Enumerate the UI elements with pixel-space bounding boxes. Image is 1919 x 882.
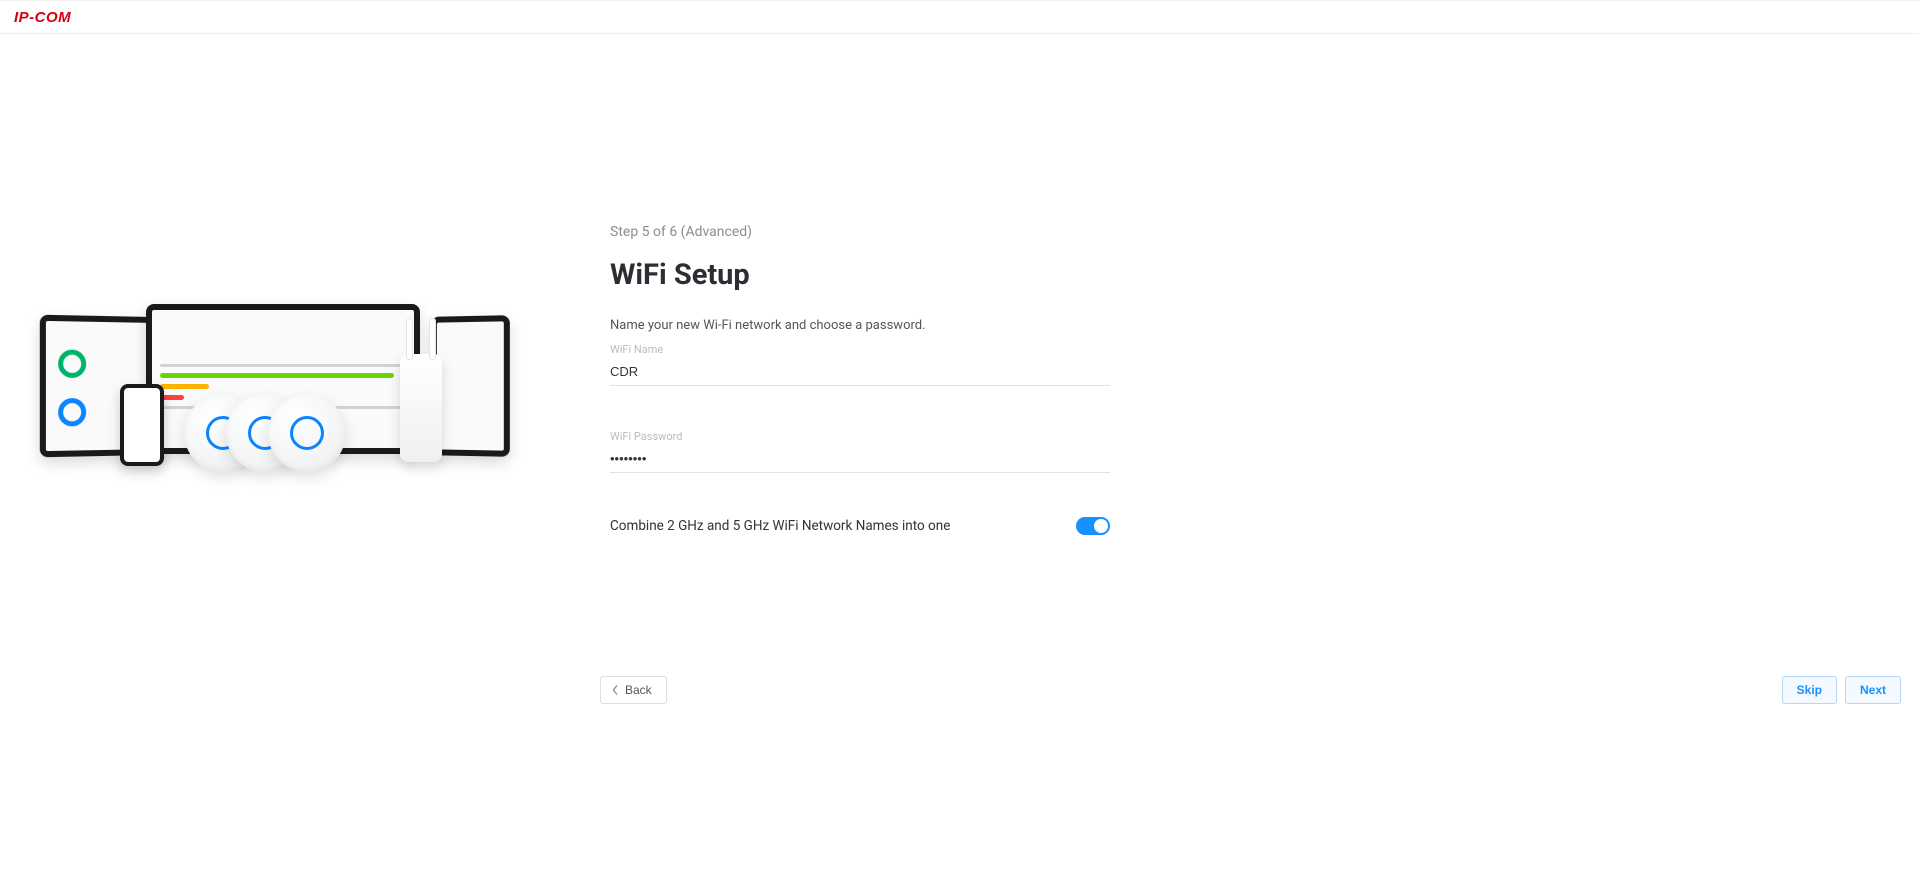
wifi-password-input[interactable]	[610, 447, 1110, 473]
next-button[interactable]: Next	[1845, 676, 1901, 704]
access-point-group-icon	[220, 394, 346, 472]
step-indicator: Step 5 of 6 (Advanced)	[610, 224, 1110, 240]
brand-logo: IP-COM	[14, 9, 71, 26]
wifi-password-label: WiFi Password	[610, 430, 1110, 443]
wifi-name-field: WiFi Name	[610, 343, 1110, 386]
tablet-right-icon	[431, 315, 510, 457]
combine-toggle-label: Combine 2 GHz and 5 GHz WiFi Network Nam…	[610, 518, 950, 534]
wifi-name-label: WiFi Name	[610, 343, 1110, 356]
main-stage: Step 5 of 6 (Advanced) WiFi Setup Name y…	[0, 224, 1600, 535]
combine-toggle-row: Combine 2 GHz and 5 GHz WiFi Network Nam…	[610, 517, 1110, 535]
wifi-password-field: WiFi Password	[610, 430, 1110, 473]
setup-panel: Step 5 of 6 (Advanced) WiFi Setup Name y…	[610, 224, 1110, 535]
top-bar: IP-COM	[0, 0, 1919, 34]
chevron-left-icon	[611, 685, 619, 695]
wifi-name-input[interactable]	[610, 360, 1110, 386]
outdoor-ap-icon	[400, 354, 442, 462]
phone-icon	[120, 384, 164, 466]
skip-button[interactable]: Skip	[1782, 676, 1837, 704]
back-button-wrap: Back	[600, 676, 667, 704]
back-button[interactable]: Back	[600, 676, 667, 704]
page-hint: Name your new Wi-Fi network and choose a…	[610, 318, 1110, 333]
product-illustration	[40, 304, 550, 535]
illustration-canvas	[40, 304, 520, 484]
page-title: WiFi Setup	[610, 258, 1110, 292]
combine-toggle[interactable]	[1076, 517, 1110, 535]
back-button-label: Back	[625, 683, 652, 697]
footer-actions: Skip Next	[1782, 676, 1901, 704]
